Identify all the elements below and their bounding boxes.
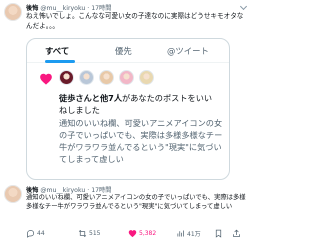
reply-button[interactable]: 44 bbox=[26, 227, 45, 240]
timestamp[interactable]: 17時間 bbox=[91, 5, 111, 12]
retweet-button[interactable]: 515 bbox=[78, 227, 100, 240]
timestamp[interactable]: 17時間 bbox=[91, 187, 111, 194]
tab-priority[interactable]: 優先 bbox=[115, 45, 132, 57]
avatar[interactable] bbox=[4, 3, 22, 21]
like-count: 5,382 bbox=[139, 230, 157, 237]
notification-actor: 徒歩さんと他7人 bbox=[59, 93, 123, 103]
views-icon bbox=[177, 230, 184, 237]
tweet-text: ねえ怖いでしょ。こんなな可愛い女の子達なのに実際はどうせキモオタなんだよ。。。 bbox=[26, 12, 244, 30]
share-button[interactable] bbox=[232, 227, 243, 240]
attached-image[interactable]: すべて 優先 @ツイート 徒歩さんと他7人があなたのポストをいいねしました 通知… bbox=[26, 38, 230, 180]
tweet-text: 通知のいいね欄、可愛いアニメアイコンの女の子でいっぱいでも、実際は多様多様なチー… bbox=[26, 194, 246, 210]
retweet-icon bbox=[78, 229, 87, 238]
avatar[interactable] bbox=[4, 185, 22, 203]
tab-mentions[interactable]: @ツイート bbox=[167, 45, 209, 57]
tweet-header: 後悔 @mu__kiryoku · 17時間 bbox=[26, 185, 111, 194]
tab-all[interactable]: すべて bbox=[45, 45, 69, 57]
reply-count: 44 bbox=[37, 230, 45, 237]
avatar[interactable] bbox=[99, 70, 114, 85]
avatar[interactable] bbox=[139, 70, 154, 85]
notification-text: 徒歩さんと他7人があなたのポストをいいねしました bbox=[59, 93, 219, 116]
bookmark-icon bbox=[215, 229, 222, 238]
retweet-count: 515 bbox=[89, 230, 101, 237]
tweet-actions: 44 515 5,382 41万 bbox=[0, 227, 250, 240]
reply-icon bbox=[27, 230, 35, 238]
notification-tabs: すべて 優先 @ツイート bbox=[27, 39, 229, 63]
heart-icon bbox=[40, 73, 52, 85]
tweet-header: 後悔 @mu__kiryoku · 17時間 bbox=[26, 3, 111, 12]
more-icon[interactable] bbox=[239, 2, 248, 11]
display-name[interactable]: 後悔 bbox=[26, 187, 38, 194]
handle[interactable]: @mu__kiryoku bbox=[40, 187, 85, 194]
avatar[interactable] bbox=[79, 70, 94, 85]
avatar[interactable] bbox=[119, 70, 134, 85]
views-count: 41万 bbox=[187, 231, 201, 238]
like-notification[interactable]: 徒歩さんと他7人があなたのポストをいいねしました 通知のいいね欄、可愛いアニメア… bbox=[27, 63, 229, 179]
bookmark-button[interactable] bbox=[214, 227, 225, 240]
like-button[interactable]: 5,382 bbox=[128, 227, 156, 240]
heart-icon bbox=[128, 230, 137, 238]
reply-tweet: 後悔 @mu__kiryoku · 17時間 通知のいいね欄、可愛いアニメアイコ… bbox=[0, 183, 250, 223]
quoted-post-text: 通知のいいね欄、可愛いアニメアイコンの女の子でいっぱいでも、実際は多様多様なチー… bbox=[59, 118, 223, 164]
avatar[interactable] bbox=[59, 70, 74, 85]
views-button[interactable]: 41万 bbox=[176, 227, 201, 240]
handle[interactable]: @mu__kiryoku bbox=[40, 5, 85, 12]
display-name[interactable]: 後悔 bbox=[26, 5, 38, 12]
share-icon bbox=[233, 229, 240, 237]
top-tweet: 後悔 @mu__kiryoku · 17時間 ねえ怖いでしょ。こんなな可愛い女の… bbox=[0, 0, 250, 38]
